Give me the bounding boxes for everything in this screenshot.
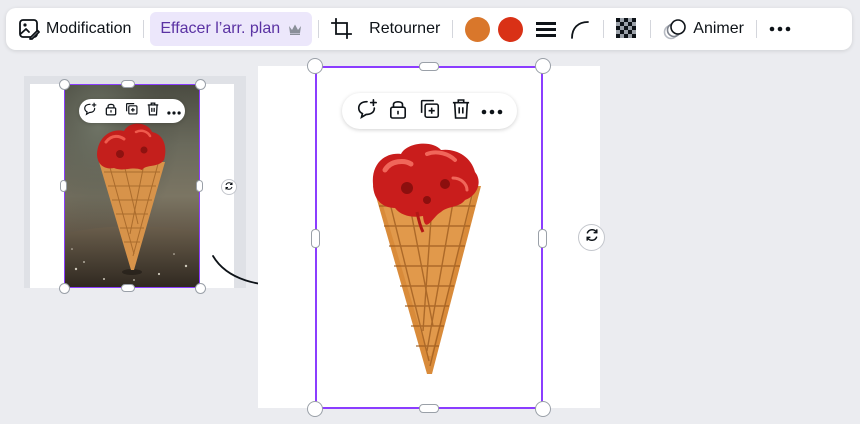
duplicate-icon[interactable] [125, 102, 138, 120]
resize-handle[interactable] [307, 401, 323, 417]
resize-handle[interactable] [60, 180, 67, 192]
resize-handle[interactable] [196, 180, 203, 192]
more-icon[interactable] [481, 102, 503, 120]
toolbar-divider [143, 20, 145, 38]
resize-handle[interactable] [311, 229, 320, 248]
resize-handle[interactable] [59, 79, 70, 90]
modification-button[interactable]: Modification [12, 12, 137, 46]
more-options-button[interactable] [763, 12, 797, 46]
more-icon [769, 26, 791, 32]
transparency-icon [616, 18, 639, 40]
edit-image-icon [18, 18, 40, 40]
rotate-button[interactable] [578, 224, 605, 251]
crop-button[interactable] [325, 12, 359, 46]
toolbar-divider [452, 20, 454, 38]
resize-handle[interactable] [121, 284, 135, 292]
crown-icon [288, 23, 302, 35]
animate-button[interactable]: Animer [657, 12, 750, 46]
rotate-icon [224, 178, 234, 196]
resize-handle[interactable] [195, 283, 206, 294]
border-style-button[interactable] [529, 12, 563, 46]
remove-background-button[interactable]: Effacer l’arr. plan [150, 12, 313, 46]
toolbar-divider [650, 20, 652, 38]
trash-icon[interactable] [452, 98, 470, 125]
border-style-icon [535, 20, 557, 38]
modification-label: Modification [46, 20, 132, 37]
transparency-button[interactable] [610, 12, 644, 46]
before-element-toolbar [79, 99, 185, 123]
toolbar-divider [318, 20, 320, 38]
corner-radius-icon [569, 18, 591, 40]
resize-handle[interactable] [121, 80, 135, 88]
after-element-toolbar [342, 93, 517, 129]
toolbar-divider [603, 20, 605, 38]
add-comment-icon[interactable] [83, 102, 97, 121]
rotate-button[interactable] [221, 179, 237, 195]
flip-label: Retourner [369, 20, 441, 37]
remove-background-label: Effacer l’arr. plan [160, 20, 281, 37]
add-comment-icon[interactable] [356, 98, 378, 125]
resize-handle[interactable] [419, 62, 439, 71]
more-icon[interactable] [167, 102, 181, 120]
context-toolbar: Modification Effacer l’arr. plan Retourn… [6, 8, 852, 50]
resize-handle[interactable] [307, 58, 323, 74]
color-swatch-orange[interactable] [465, 16, 491, 42]
corner-radius-button[interactable] [563, 12, 597, 46]
resize-handle[interactable] [195, 79, 206, 90]
animate-label: Animer [693, 20, 744, 37]
lock-icon[interactable] [389, 98, 407, 125]
resize-handle[interactable] [538, 229, 547, 248]
resize-handle[interactable] [535, 58, 551, 74]
crop-icon [331, 18, 353, 40]
lock-icon[interactable] [105, 102, 117, 121]
toolbar-divider [755, 20, 757, 38]
resize-handle[interactable] [535, 401, 551, 417]
rotate-icon [584, 227, 600, 248]
color-swatch-red[interactable] [498, 16, 524, 42]
trash-icon[interactable] [147, 102, 159, 121]
color-swatches [459, 12, 529, 46]
resize-handle[interactable] [59, 283, 70, 294]
animate-icon [663, 18, 687, 40]
duplicate-icon[interactable] [419, 98, 440, 124]
flip-button[interactable]: Retourner [359, 12, 446, 46]
resize-handle[interactable] [419, 404, 439, 413]
